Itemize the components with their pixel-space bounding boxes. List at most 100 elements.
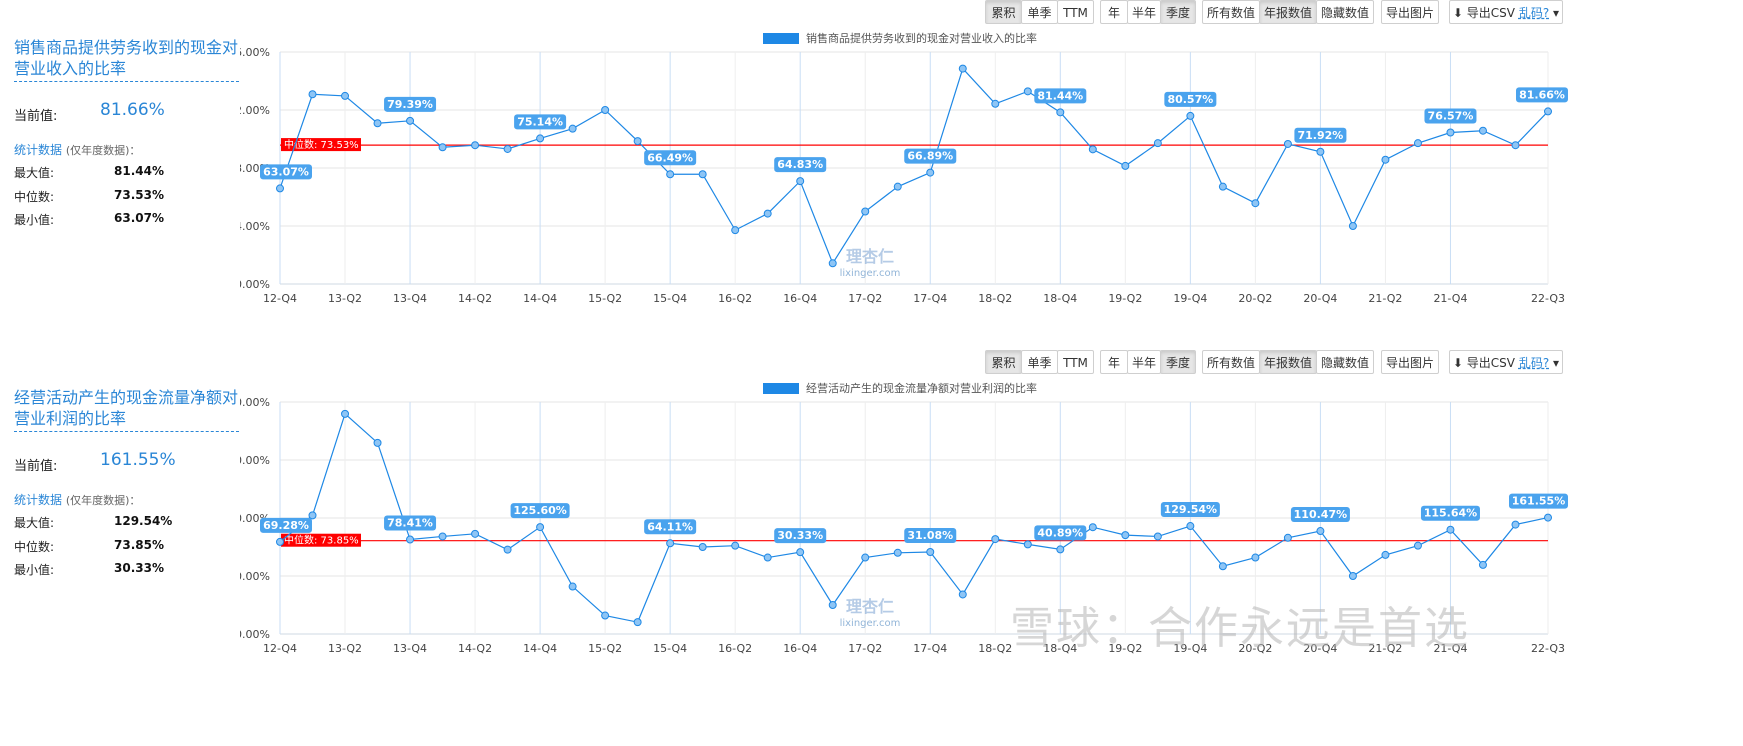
annual-values-button[interactable]: 年报数值 [1259,0,1317,24]
current-value: 161.55% [100,450,176,470]
x-tick-label: 18-Q4 [1043,292,1077,305]
x-tick-label: 20-Q4 [1303,292,1337,305]
data-point [568,124,577,133]
half-year-button[interactable]: 半年 [1127,350,1161,374]
data-label: 78.41% [387,517,433,530]
download-icon: ⬇ [1452,356,1463,370]
ttm-button[interactable]: TTM [1057,350,1094,374]
data-point [438,143,447,152]
data-label: 69.28% [263,519,309,532]
hide-values-button[interactable]: 隐藏数值 [1316,0,1374,24]
y-tick-label: -60.00% [240,570,270,583]
data-point [1153,532,1162,541]
data-point [861,553,870,562]
stat-min-label: 最小值: [14,563,55,577]
data-label: 125.60% [513,504,566,517]
data-point [341,91,350,100]
stat-median-value: 73.53% [114,188,164,202]
chart-panel-2: 经营活动产生的现金流量净额对营业利润的比率 当前值: 161.55% 统计数据 … [0,350,1743,723]
stat-min: 最小值: 30.33% [14,561,174,578]
stat-max-label: 最大值: [14,516,55,530]
x-tick-label: 12-Q4 [263,642,297,655]
garbled-link[interactable]: 乱码? [1519,356,1549,370]
all-values-button[interactable]: 所有数值 [1202,350,1260,374]
annual-values-button[interactable]: 年报数值 [1259,350,1317,374]
half-year-button[interactable]: 半年 [1127,0,1161,24]
export-image-button[interactable]: 导出图片 [1381,350,1439,374]
watermark-url: lixinger.com [840,268,901,279]
data-point [1251,199,1260,208]
hide-values-button[interactable]: 隐藏数值 [1316,350,1374,374]
garbled-link[interactable]: 乱码? [1519,6,1549,20]
x-tick-label: 14-Q2 [458,642,492,655]
single-quarter-button[interactable]: 单季 [1021,350,1058,374]
data-point [796,177,805,186]
stats-label: 统计数据 [14,143,63,157]
data-point [1023,87,1032,96]
data-label: 64.11% [647,520,693,533]
download-icon: ⬇ [1452,6,1463,20]
quarter-button[interactable]: 季度 [1160,350,1196,374]
stats-note: (仅年度数据)： [65,494,141,507]
data-point [568,582,577,591]
x-tick-label: 13-Q4 [393,642,427,655]
data-point [1446,128,1455,137]
data-point [1121,531,1130,540]
data-point [1316,147,1325,156]
data-point [666,170,675,179]
stat-max-value: 129.54% [114,514,173,528]
data-point [763,553,772,562]
stat-median-label: 中位数: [14,190,55,204]
x-tick-label: 13-Q4 [393,292,427,305]
data-label: 110.47% [1294,508,1347,521]
data-point [373,119,382,128]
data-point [1283,139,1292,148]
x-tick-label: 15-Q2 [588,292,622,305]
indicator-title[interactable]: 销售商品提供劳务收到的现金对营业收入的比率 [14,37,239,82]
data-point [1478,126,1487,135]
data-point [1056,108,1065,117]
data-point [1413,541,1422,550]
data-point [1413,139,1422,148]
all-values-button[interactable]: 所有数值 [1202,0,1260,24]
ttm-button[interactable]: TTM [1057,0,1094,24]
data-point [991,99,1000,108]
stat-max: 最大值: 81.44% [14,164,174,181]
data-point [698,170,707,179]
export-image-button[interactable]: 导出图片 [1381,0,1439,24]
watermark-logo: 理杏仁 [846,247,894,266]
data-point [698,543,707,551]
x-tick-label: 14-Q4 [523,642,557,655]
side-info-2: 经营活动产生的现金流量净额对营业利润的比率 当前值: 161.55% 统计数据 … [14,387,239,577]
stats-heading: 统计数据 (仅年度数据)： [14,141,140,158]
cumulative-button[interactable]: 累积 [985,0,1022,24]
data-point [1153,139,1162,148]
data-label: 81.66% [1519,88,1565,101]
year-button[interactable]: 年 [1100,350,1128,374]
data-point [1218,562,1227,571]
x-tick-label: 16-Q4 [783,292,817,305]
year-button[interactable]: 年 [1100,0,1128,24]
quarter-button[interactable]: 季度 [1160,0,1196,24]
stat-min: 最小值: 63.07% [14,211,174,228]
stat-median: 中位数: 73.85% [14,538,174,555]
data-point [1544,107,1552,116]
stat-min-label: 最小值: [14,213,55,227]
export-csv-button[interactable]: ⬇ 导出CSV 乱码? ▾ [1449,350,1563,374]
data-label: 76.57% [1428,109,1474,122]
cumulative-button[interactable]: 累积 [985,350,1022,374]
export-csv-button[interactable]: ⬇ 导出CSV 乱码? ▾ [1449,0,1563,24]
single-quarter-button[interactable]: 单季 [1021,0,1058,24]
stat-max: 最大值: 129.54% [14,514,174,531]
x-tick-label: 15-Q4 [653,642,687,655]
legend-swatch [763,33,799,44]
legend-swatch [763,383,799,394]
caret-down-icon: ▾ [1553,356,1560,370]
data-point [1446,525,1455,534]
data-point [926,547,935,556]
data-point [536,134,545,143]
indicator-title[interactable]: 经营活动产生的现金流量净额对营业利润的比率 [14,387,239,432]
chart-panel-1: 销售商品提供劳务收到的现金对营业收入的比率 当前值: 81.66% 统计数据 (… [0,0,1743,373]
x-tick-label: 13-Q2 [328,292,362,305]
data-point [1348,222,1357,230]
